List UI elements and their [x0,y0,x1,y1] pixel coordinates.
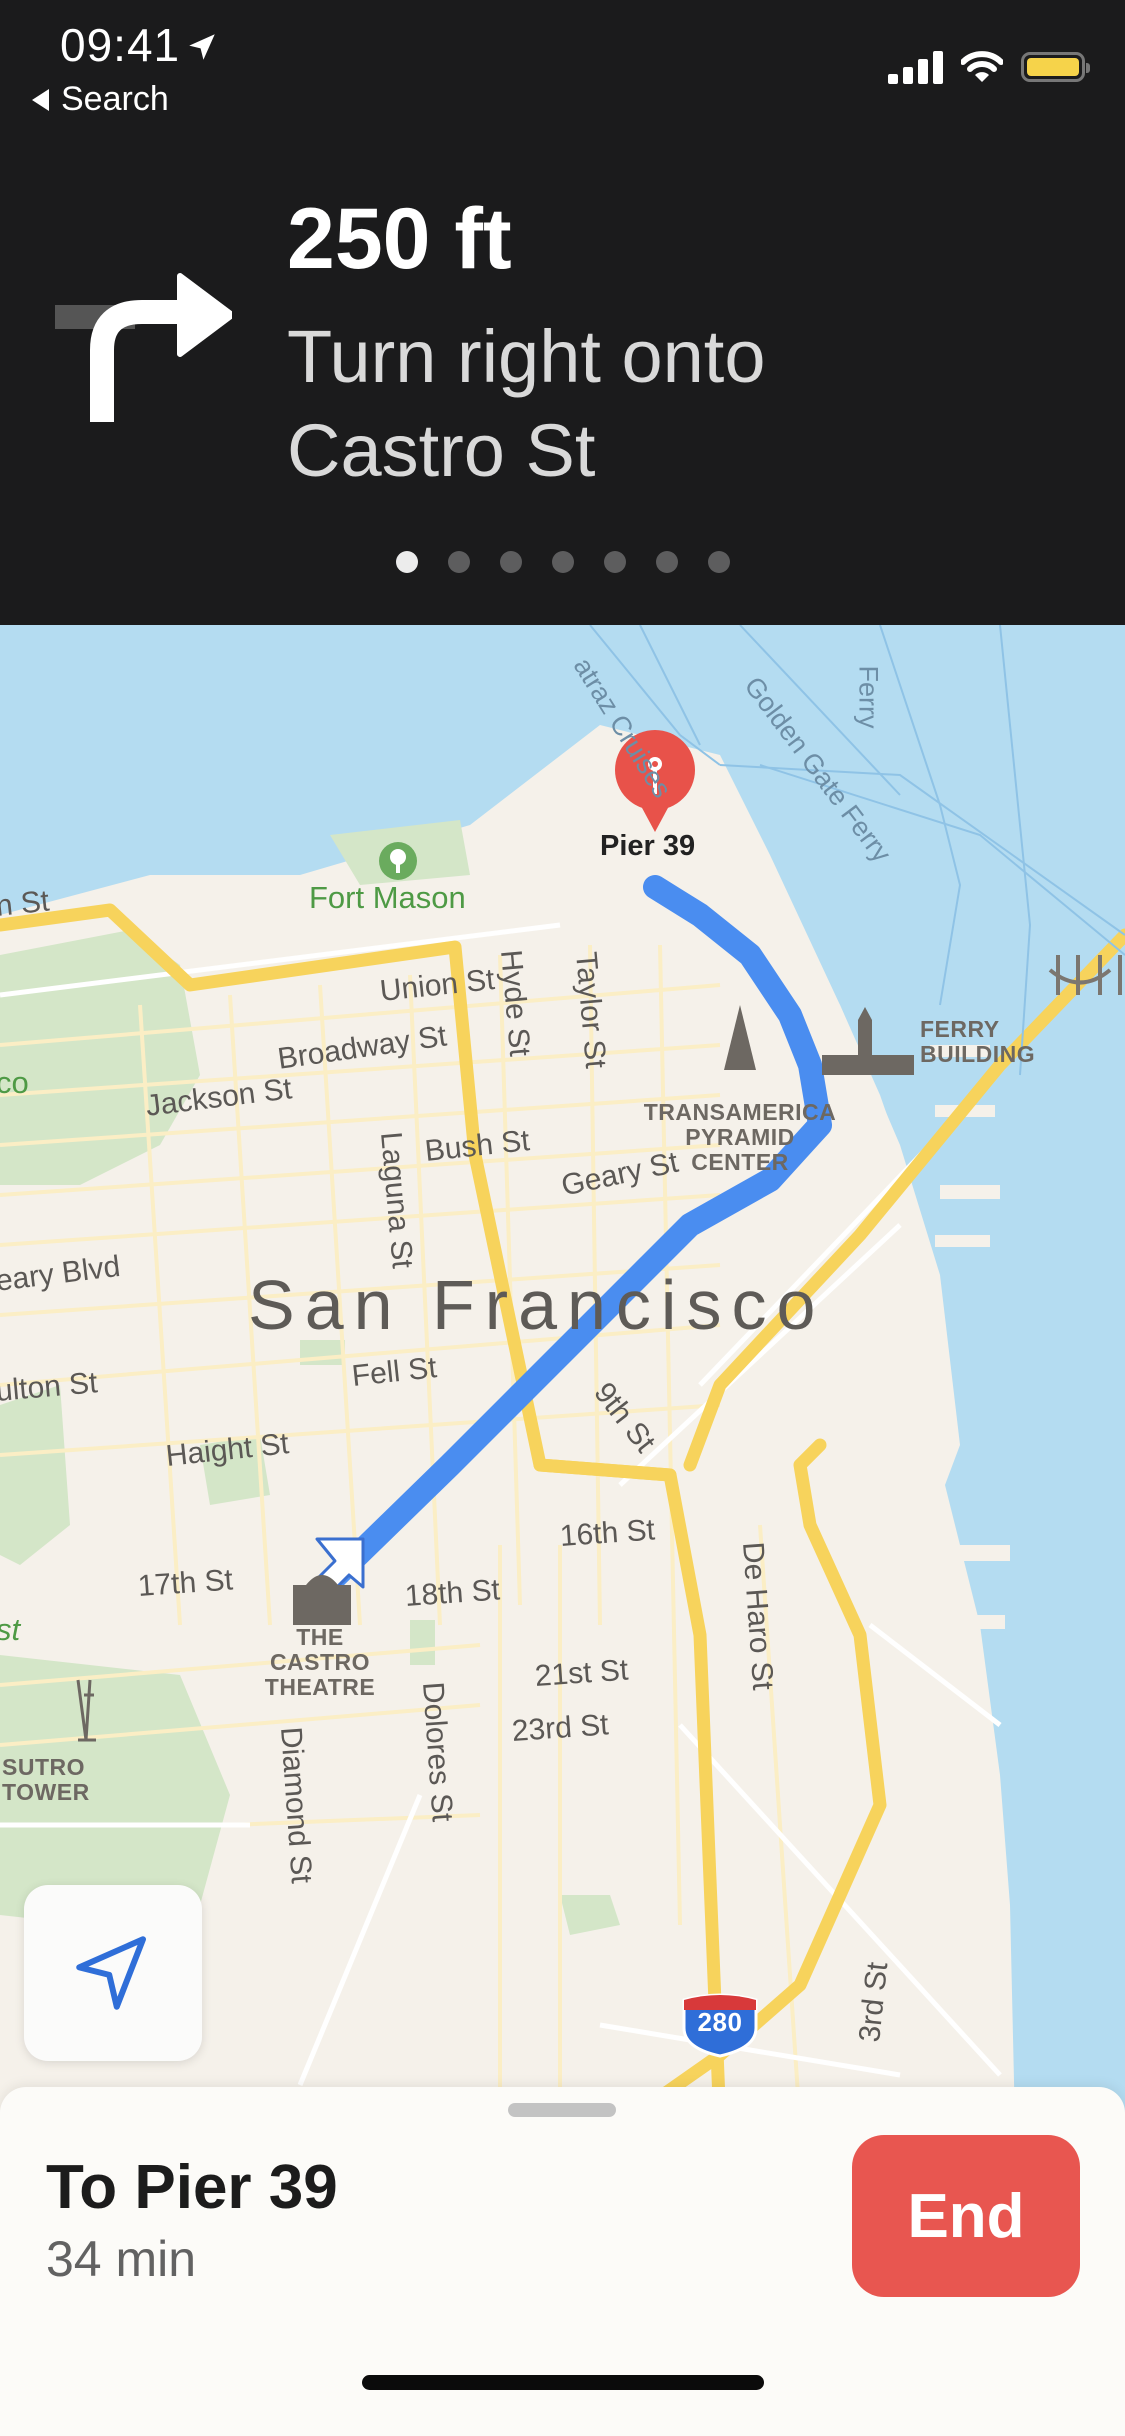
status-time: 09:41 [60,19,181,71]
page-dot[interactable] [500,551,522,573]
battery-icon [1021,52,1090,82]
navigation-header: 09:41 Search 250 ft Turn right onto Cast… [0,0,1125,625]
street-label: 23rd St [510,1708,610,1748]
eta-text: 34 min [46,2231,197,2287]
back-label: Search [61,80,169,118]
page-dot[interactable] [604,551,626,573]
sheet-grabber[interactable] [508,2103,616,2117]
street-label: 21st St [533,1653,630,1693]
page-dot[interactable] [396,551,418,573]
maneuver-distance: 250 ft [287,191,512,287]
home-indicator[interactable] [362,2375,764,2390]
page-dot[interactable] [708,551,730,573]
back-to-search-link[interactable]: Search [32,80,169,119]
page-dot[interactable] [656,551,678,573]
instruction-line-1: Turn right onto [287,315,766,398]
street-label: 17th St [136,1563,234,1603]
edge-label: co [0,1065,29,1100]
poi-label-transamerica[interactable]: TRANSAMERICA PYRAMID CENTER [640,1100,840,1175]
end-route-button[interactable]: End [852,2135,1080,2297]
city-label: San Francisco [248,1266,826,1344]
street-label: 16th St [558,1513,656,1553]
turn-right-arrow-icon [55,273,232,422]
park-label: Fort Mason [309,880,466,915]
instruction-line-2: Castro St [287,409,596,492]
destination-pin-label: Pier 39 [600,830,696,862]
street-label: n St [0,884,51,923]
status-icons [888,50,1090,84]
street-label: 18th St [403,1573,501,1613]
page-dot[interactable] [552,551,574,573]
ferry-route-label: Ferry [853,665,884,729]
page-dot[interactable] [448,551,470,573]
location-arrow-icon [189,34,215,60]
destination-title: To Pier 39 [46,2153,338,2222]
back-triangle-icon [32,88,49,111]
poi-label-castro-theatre[interactable]: THE CASTRO THEATRE [245,1625,395,1700]
maneuver-instruction: Turn right onto Castro St [287,310,1087,498]
recenter-location-button[interactable] [24,1885,202,2061]
highway-shield-label: 280 [697,2007,743,2037]
wifi-icon [961,51,1003,82]
cellular-signal-icon [888,50,943,84]
location-arrow-outline-icon [76,1936,146,2010]
poi-label-sutro-tower[interactable]: SUTRO TOWER [2,1755,172,1805]
park-tree-icon [379,842,417,880]
edge-label: st [0,1612,21,1647]
poi-label-ferry-building[interactable]: FERRY BUILDING [920,1017,1040,1067]
step-page-indicator[interactable] [396,551,730,573]
